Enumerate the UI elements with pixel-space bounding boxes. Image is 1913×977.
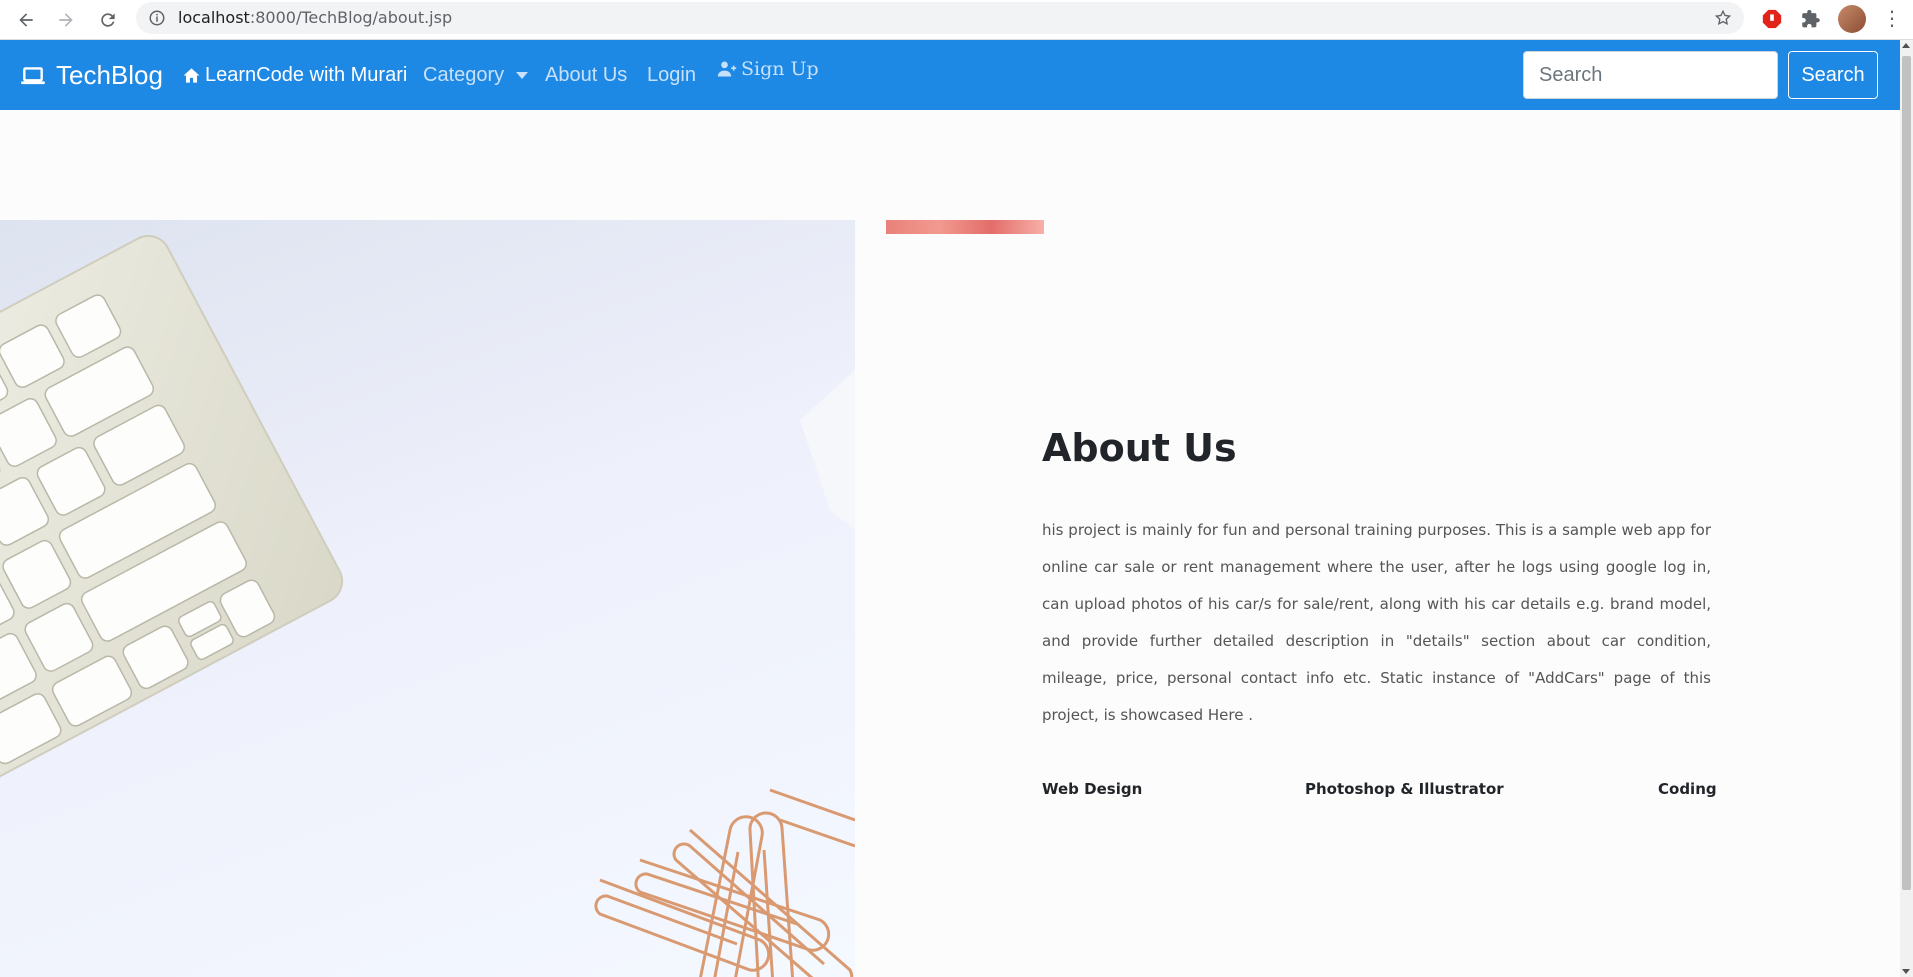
user-plus-icon: [717, 61, 737, 77]
page-scrollbar[interactable]: [1900, 40, 1913, 977]
nav-category-dropdown[interactable]: Category: [423, 64, 529, 87]
reload-button[interactable]: [92, 4, 124, 36]
skill-photoshop-illustrator: Photoshop & Illustrator: [1305, 780, 1504, 798]
brand-link[interactable]: TechBlog: [20, 60, 163, 91]
page-title: About Us: [1042, 426, 1237, 470]
brand-label: TechBlog: [56, 60, 163, 90]
address-bar[interactable]: localhost:8000/TechBlog/about.jsp: [136, 2, 1744, 34]
reload-icon: [101, 13, 115, 27]
nav-about-link[interactable]: About Us: [545, 64, 627, 87]
info-icon[interactable]: [148, 9, 166, 27]
caret-down-icon: [516, 72, 529, 79]
navbar: TechBlog LearnCode with Murari Category …: [0, 40, 1900, 110]
flowers-image-edge: [886, 220, 1044, 234]
nav-login-label: Login: [647, 64, 696, 86]
keyboard-paperclips-illustration: [0, 234, 855, 977]
nav-home-link[interactable]: LearnCode with Murari: [182, 64, 407, 87]
browser-toolbar: localhost:8000/TechBlog/about.jsp ⋮: [0, 0, 1913, 40]
nav-signup-label: Sign Up: [741, 58, 819, 80]
adblock-extension-icon[interactable]: [1758, 5, 1786, 33]
search-button[interactable]: Search: [1788, 51, 1878, 99]
browser-menu-icon[interactable]: ⋮: [1878, 5, 1906, 33]
about-description: his project is mainly for fun and person…: [1042, 521, 1711, 724]
home-icon: [183, 68, 200, 83]
scroll-down-arrow-icon[interactable]: [1902, 969, 1910, 974]
forward-button[interactable]: [50, 4, 82, 36]
nav-login-link[interactable]: Login: [647, 64, 696, 87]
hero-image: [0, 220, 855, 977]
skill-web-design: Web Design: [1042, 780, 1143, 798]
scroll-thumb[interactable]: [1902, 56, 1911, 890]
bookmark-star-icon[interactable]: [1714, 9, 1732, 27]
nav-home-label: LearnCode with Murari: [205, 64, 408, 86]
nav-about-label: About Us: [545, 64, 628, 86]
forward-arrow-icon: [59, 13, 73, 27]
back-arrow-icon: [19, 13, 33, 27]
extensions-puzzle-icon[interactable]: [1797, 5, 1825, 33]
skill-coding: Coding: [1658, 780, 1717, 798]
url-text: localhost:8000/TechBlog/about.jsp: [178, 8, 453, 27]
back-button[interactable]: [10, 4, 42, 36]
scroll-up-arrow-icon[interactable]: [1902, 43, 1910, 48]
about-section: About Us his project is mainly for fun a…: [855, 234, 1900, 977]
nav-category-label: Category: [423, 64, 505, 86]
nav-signup-link[interactable]: Sign Up: [717, 58, 819, 80]
laptop-icon: [21, 66, 45, 84]
profile-avatar[interactable]: [1838, 5, 1866, 33]
search-input[interactable]: [1523, 51, 1778, 99]
